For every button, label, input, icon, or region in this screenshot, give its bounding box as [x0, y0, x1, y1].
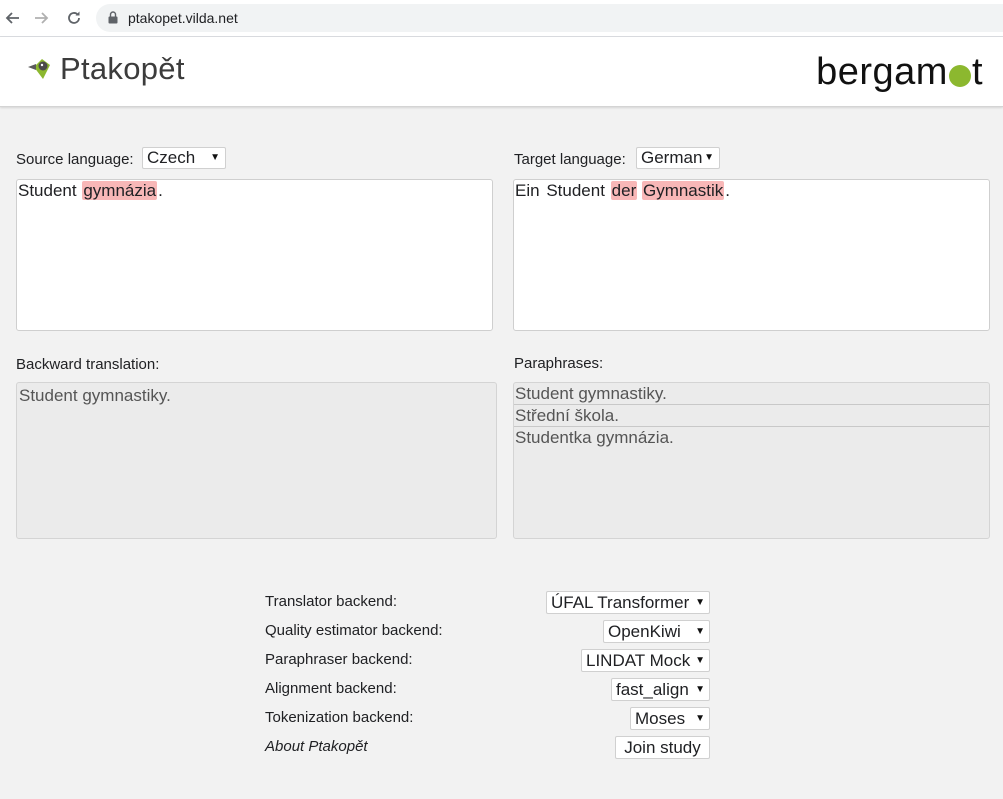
target-text-output[interactable]: Ein Student der Gymnastik.: [513, 179, 990, 331]
lime-icon: [948, 65, 971, 87]
paraphrases-box[interactable]: Student gymnastiky. Střední škola. Stude…: [513, 382, 990, 539]
backward-translation-box[interactable]: Student gymnastiky.: [16, 382, 497, 539]
arrow-left-icon: [5, 12, 19, 24]
backward-translation-text: Student gymnastiky.: [19, 386, 171, 405]
source-token: Student: [18, 181, 77, 200]
target-language-select[interactable]: German ▼: [636, 147, 720, 169]
dropdown-arrow-icon: ▼: [695, 684, 705, 695]
partner-logo[interactable]: bergam t: [816, 51, 983, 94]
forward-button[interactable]: [30, 6, 54, 30]
paraphrase-item[interactable]: Studentka gymnázia.: [514, 427, 989, 448]
paraphrase-item[interactable]: Střední škola.: [514, 405, 989, 427]
app-header: Ptakopět bergam t: [0, 37, 1003, 107]
target-token: Ein: [515, 181, 540, 200]
target-token: Student: [546, 181, 605, 200]
source-language-label: Source language:: [16, 151, 134, 168]
quality-backend-value: OpenKiwi: [608, 621, 681, 641]
about-link[interactable]: About Ptakopět: [265, 738, 368, 755]
target-token: Gymnastik: [641, 181, 725, 200]
paraphraser-backend-select[interactable]: LINDAT Mock ▼: [581, 649, 710, 672]
translator-backend-label: Translator backend:: [265, 593, 398, 610]
paraphraser-backend-value: LINDAT Mock: [586, 650, 691, 670]
source-language-select[interactable]: Czech ▼: [142, 147, 226, 169]
quality-backend-label: Quality estimator backend:: [265, 622, 443, 639]
target-tokens: Ein Student der Gymnastik.: [514, 181, 731, 200]
alignment-backend-label: Alignment backend:: [265, 680, 397, 697]
source-text-input[interactable]: Student gymnázia.: [16, 179, 493, 331]
brand-logo[interactable]: Ptakopět: [28, 51, 185, 87]
alignment-backend-select[interactable]: fast_align ▼: [611, 678, 710, 701]
dropdown-arrow-icon: ▼: [704, 152, 714, 163]
source-language-value: Czech: [147, 148, 196, 167]
arrow-right-icon: [35, 12, 49, 24]
lock-icon: [108, 11, 118, 25]
tokenization-backend-label: Tokenization backend:: [265, 709, 414, 726]
translator-backend-select[interactable]: ÚFAL Transformer ▼: [546, 591, 710, 614]
brand-name: Ptakopět: [60, 51, 185, 86]
dropdown-arrow-icon: ▼: [695, 713, 705, 724]
dropdown-arrow-icon: ▼: [210, 152, 220, 163]
browser-toolbar: ptakopet.vilda.net: [0, 0, 1003, 37]
target-token: .: [725, 181, 730, 200]
bird-logo-icon: [28, 59, 50, 79]
alignment-backend-value: fast_align: [616, 679, 689, 699]
target-language-value: German: [641, 148, 703, 167]
url-text[interactable]: ptakopet.vilda.net: [128, 10, 238, 26]
target-token: der: [610, 181, 638, 200]
paraphrases-label: Paraphrases:: [514, 355, 604, 372]
backward-translation-label: Backward translation:: [16, 356, 160, 373]
translator-backend-value: ÚFAL Transformer: [551, 592, 690, 612]
source-tokens: Student gymnázia.: [17, 181, 164, 200]
join-study-button[interactable]: Join study: [615, 736, 710, 759]
source-token: .: [158, 181, 163, 200]
dropdown-arrow-icon: ▼: [695, 597, 705, 608]
paraphrase-item[interactable]: Student gymnastiky.: [514, 383, 989, 405]
paraphraser-backend-label: Paraphraser backend:: [265, 651, 413, 668]
quality-backend-select[interactable]: OpenKiwi ▼: [603, 620, 710, 643]
partner-name: bergam t: [816, 51, 983, 93]
dropdown-arrow-icon: ▼: [695, 655, 705, 666]
reload-button[interactable]: [62, 6, 86, 30]
tokenization-backend-select[interactable]: Moses ▼: [630, 707, 710, 730]
tokenization-backend-value: Moses: [635, 708, 686, 728]
source-token: gymnázia: [82, 181, 158, 200]
dropdown-arrow-icon: ▼: [695, 626, 705, 637]
address-bar[interactable]: ptakopet.vilda.net: [96, 4, 1003, 32]
back-button[interactable]: [0, 6, 24, 30]
target-language-label: Target language:: [514, 151, 626, 168]
reload-icon: [68, 11, 80, 24]
